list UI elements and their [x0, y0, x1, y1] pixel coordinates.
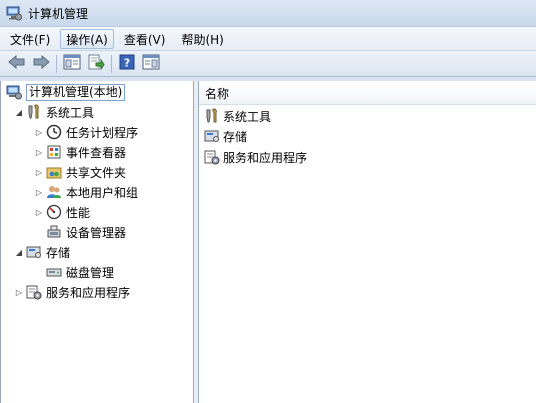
performance-icon: [45, 203, 63, 221]
tree-item-services-apps[interactable]: ▷ 服务和应用程序: [13, 282, 130, 302]
storage-icon: [25, 243, 43, 261]
tree-item-label: 本地用户和组: [66, 185, 139, 200]
tree-item-label: 计算机管理(本地): [26, 83, 126, 101]
back-icon: [8, 54, 26, 72]
storage-icon: [203, 127, 221, 145]
menu-file[interactable]: 文件(F): [4, 29, 56, 49]
svg-text:?: ?: [124, 57, 130, 70]
column-header-label: 名称: [205, 87, 230, 101]
tree-item-system-tools[interactable]: ◢ 系统工具: [13, 102, 94, 122]
shared-folders-icon: [45, 163, 63, 181]
local-users-groups-icon: [45, 183, 63, 201]
list-item[interactable]: 系统工具: [203, 106, 271, 126]
list-item-label: 系统工具: [223, 109, 272, 124]
system-tools-icon: [203, 107, 221, 125]
menu-bar: 文件(F) 操作(A) 查看(V) 帮助(H): [0, 26, 536, 50]
tree-item-label: 性能: [66, 205, 91, 220]
list-item[interactable]: 服务和应用程序: [203, 147, 307, 167]
computer-management-icon: [6, 5, 22, 21]
tree-item-label: 服务和应用程序: [46, 285, 131, 300]
services-apps-icon: [203, 148, 221, 166]
services-apps-icon: [25, 283, 43, 301]
tree-item-root[interactable]: 计算机管理(本地): [5, 82, 126, 102]
menu-view[interactable]: 查看(V): [118, 29, 172, 49]
tree-item-label: 设备管理器: [66, 225, 127, 240]
expand-arrow-icon[interactable]: ▷: [33, 146, 45, 158]
collapse-arrow-icon[interactable]: ◢: [13, 106, 25, 118]
help-button[interactable]: ?: [116, 53, 138, 75]
tree-item-label: 存储: [46, 245, 71, 260]
export-list-button[interactable]: [85, 53, 107, 75]
tree-item-event-viewer[interactable]: ▷ 事件查看器: [33, 142, 126, 162]
disk-management-icon: [45, 263, 63, 281]
window-title: 计算机管理: [28, 6, 89, 21]
tree-item-device-manager[interactable]: 设备管理器: [45, 222, 126, 242]
show-hide-console-tree-icon: [63, 54, 81, 73]
show-hide-console-tree-button[interactable]: [61, 53, 83, 75]
export-list-icon: [87, 54, 105, 73]
toolbar-separator: [111, 54, 112, 73]
expand-arrow-icon[interactable]: ▷: [33, 166, 45, 178]
tree-item-storage[interactable]: ◢ 存储: [13, 242, 70, 262]
expand-arrow-icon[interactable]: ▷: [33, 206, 45, 218]
collapse-arrow-icon[interactable]: ◢: [13, 246, 25, 258]
expand-arrow-icon[interactable]: ▷: [33, 126, 45, 138]
list-item-label: 服务和应用程序: [223, 150, 308, 165]
forward-button[interactable]: [30, 53, 52, 75]
tree-item-label: 系统工具: [46, 105, 95, 120]
tree-item-label: 共享文件夹: [66, 165, 127, 180]
toolbar-separator: [56, 54, 57, 73]
tree-item-performance[interactable]: ▷ 性能: [33, 202, 90, 222]
tree-item-label: 事件查看器: [66, 145, 127, 160]
show-hide-action-pane-icon: [142, 54, 160, 73]
show-hide-action-pane-button[interactable]: [140, 53, 162, 75]
back-button[interactable]: [6, 53, 28, 75]
menu-help[interactable]: 帮助(H): [175, 29, 229, 49]
tree-item-shared-folders[interactable]: ▷ 共享文件夹: [33, 162, 126, 182]
forward-icon: [32, 54, 50, 72]
expand-arrow-icon[interactable]: ▷: [33, 186, 45, 198]
title-bar: 计算机管理: [0, 0, 536, 26]
tree-item-task-scheduler[interactable]: ▷ 任务计划程序: [33, 122, 138, 142]
list-item-label: 存储: [223, 129, 248, 144]
device-manager-icon: [45, 223, 63, 241]
console-tree[interactable]: 计算机管理(本地) ◢ 系统工具 ▷ 任务计划程序 ▷ 事件查看器 ▷ 共享文件…: [0, 81, 194, 403]
column-header-name[interactable]: 名称: [199, 83, 536, 105]
tree-item-local-users-groups[interactable]: ▷ 本地用户和组: [33, 182, 138, 202]
menu-action[interactable]: 操作(A): [60, 28, 114, 49]
details-pane: 名称 系统工具 存储 服务和应用程序: [198, 81, 536, 403]
expand-arrow-icon[interactable]: ▷: [13, 286, 25, 298]
task-scheduler-icon: [45, 123, 63, 141]
event-viewer-icon: [45, 143, 63, 161]
computer-management-window: 计算机管理 文件(F) 操作(A) 查看(V) 帮助(H) ? 计算机管理(本地…: [0, 0, 536, 403]
system-tools-icon: [25, 103, 43, 121]
content-area: 计算机管理(本地) ◢ 系统工具 ▷ 任务计划程序 ▷ 事件查看器 ▷ 共享文件…: [0, 81, 536, 403]
tree-item-label: 磁盘管理: [66, 265, 115, 280]
toolbar: ?: [0, 50, 536, 77]
list-item[interactable]: 存储: [203, 126, 247, 146]
tree-item-disk-management[interactable]: 磁盘管理: [45, 262, 114, 282]
computer-management-icon: [5, 83, 23, 101]
help-icon: ?: [119, 54, 135, 73]
tree-item-label: 任务计划程序: [66, 125, 139, 140]
